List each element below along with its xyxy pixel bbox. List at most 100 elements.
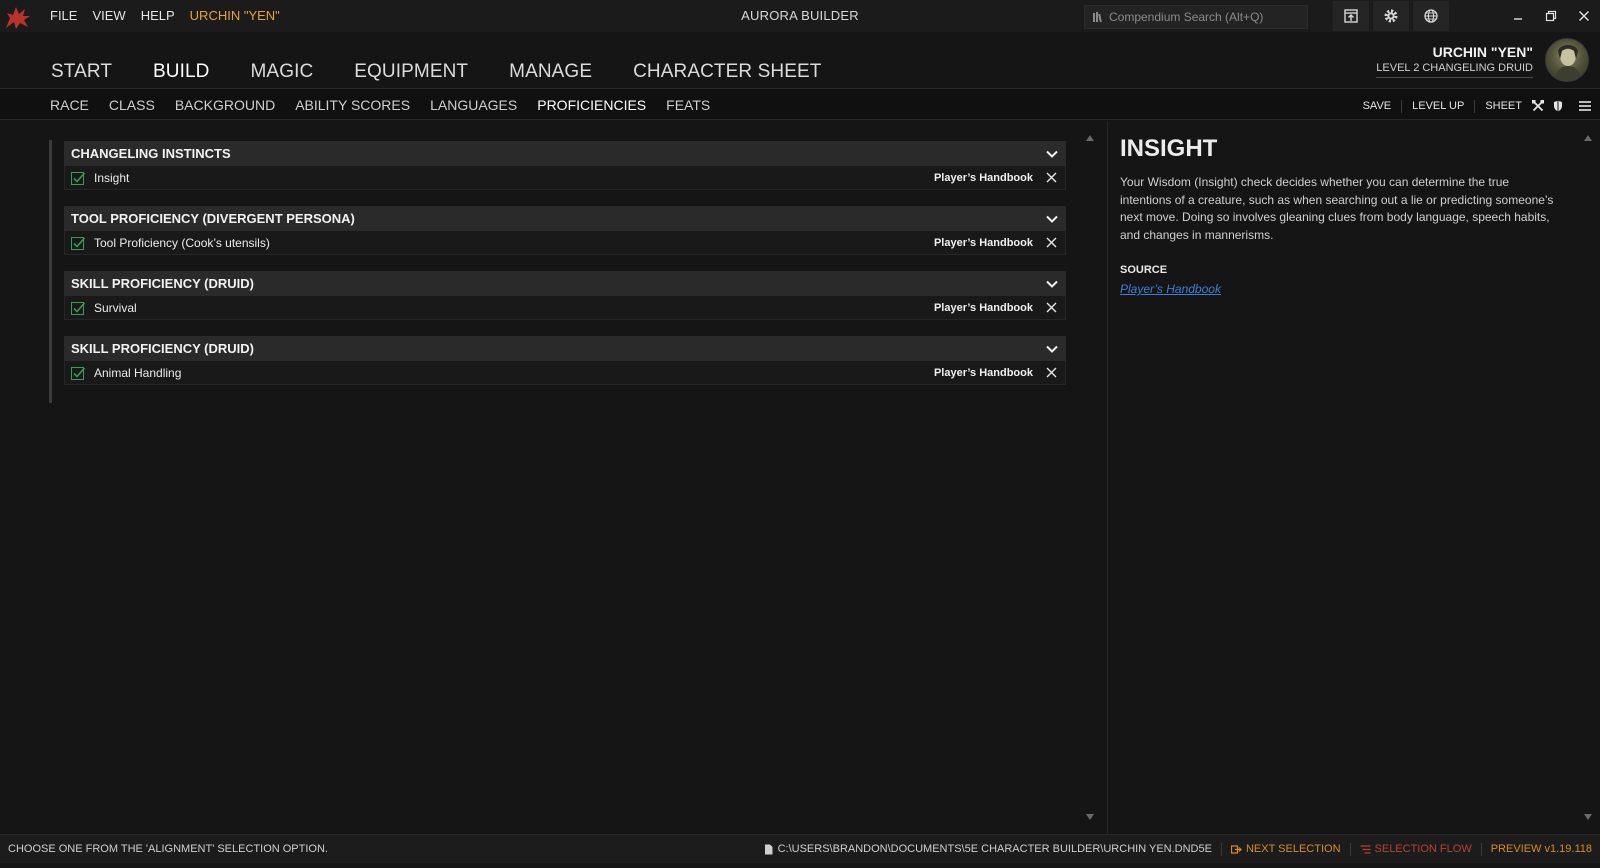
selection-groups: CHANGELING INSTINCTS Insight Player’s Ha… xyxy=(64,141,1066,401)
character-name: URCHIN "YEN" xyxy=(1432,44,1533,60)
remove-icon[interactable] xyxy=(1046,367,1057,378)
checkbox-checked-icon[interactable] xyxy=(71,236,85,250)
tab-ability-scores[interactable]: ABILITY SCORES xyxy=(295,97,410,113)
file-path[interactable]: C:\USERS\BRANDON\DOCUMENTS\5E CHARACTER … xyxy=(754,843,1222,856)
selection-name: Insight xyxy=(94,170,130,185)
nav-magic[interactable]: MAGIC xyxy=(251,61,314,83)
chevron-down-icon[interactable] xyxy=(1045,212,1059,226)
file-icon xyxy=(764,844,773,855)
next-selection-button[interactable]: NEXT SELECTION xyxy=(1222,843,1351,856)
checkbox-checked-icon[interactable] xyxy=(71,171,85,185)
minimize-button[interactable] xyxy=(1507,5,1529,27)
group-title: SKILL PROFICIENCY (DRUID) xyxy=(71,341,254,356)
remove-icon[interactable] xyxy=(1046,237,1057,248)
menu-character[interactable]: URCHIN "YEN" xyxy=(190,8,280,23)
selection-row[interactable]: Animal Handling Player’s Handbook xyxy=(64,361,1066,385)
selection-row[interactable]: Survival Player’s Handbook xyxy=(64,296,1066,320)
tab-languages[interactable]: LANGUAGES xyxy=(430,97,517,113)
preview-version-label: PREVIEW v1.19.118 xyxy=(1490,843,1592,855)
file-path-text: C:\USERS\BRANDON\DOCUMENTS\5E CHARACTER … xyxy=(777,843,1212,855)
remove-icon[interactable] xyxy=(1046,302,1057,313)
character-info[interactable]: URCHIN "YEN" LEVEL 2 CHANGELING DRUID xyxy=(1376,44,1533,78)
hamburger-menu-icon[interactable] xyxy=(1578,99,1592,113)
shield-icon[interactable] xyxy=(1552,100,1564,112)
nav-character-sheet[interactable]: CHARACTER SHEET xyxy=(633,61,821,83)
nav-start[interactable]: START xyxy=(51,61,112,83)
remove-icon[interactable] xyxy=(1046,172,1057,183)
detail-title: INSIGHT xyxy=(1120,135,1218,162)
group-header[interactable]: CHANGELING INSTINCTS xyxy=(64,141,1066,166)
sub-nav-bar: RACE CLASS BACKGROUND ABILITY SCORES LAN… xyxy=(0,88,1600,120)
sub-nav: RACE CLASS BACKGROUND ABILITY SCORES LAN… xyxy=(50,97,730,113)
menu-help[interactable]: HELP xyxy=(141,8,175,23)
character-level: LEVEL 2 CHANGELING DRUID xyxy=(1376,62,1533,78)
export-icon xyxy=(1344,9,1358,23)
group-header[interactable]: SKILL PROFICIENCY (DRUID) xyxy=(64,336,1066,361)
status-message: CHOOSE ONE FROM THE 'ALIGNMENT' SELECTIO… xyxy=(8,843,328,855)
next-selection-icon xyxy=(1230,845,1242,854)
chevron-down-icon[interactable] xyxy=(1045,147,1059,161)
sheet-button[interactable]: SHEET xyxy=(1475,100,1528,113)
scroll-up-arrow-icon[interactable] xyxy=(1584,135,1592,141)
group-header[interactable]: TOOL PROFICIENCY (DIVERGENT PERSONA) xyxy=(64,206,1066,231)
selection-source: Player’s Handbook xyxy=(933,236,1033,249)
selection-flow-button[interactable]: SELECTION FLOW xyxy=(1351,843,1482,856)
main-nav: START BUILD MAGIC EQUIPMENT MANAGE CHARA… xyxy=(51,61,862,83)
selection-row[interactable]: Insight Player’s Handbook xyxy=(64,166,1066,190)
top-menu: FILE VIEW HELP URCHIN "YEN" xyxy=(50,8,280,23)
chevron-down-icon[interactable] xyxy=(1045,277,1059,291)
selection-name: Survival xyxy=(94,300,137,315)
checkbox-checked-icon[interactable] xyxy=(71,301,85,315)
detail-description: Your Wisdom (Insight) check decides whet… xyxy=(1120,175,1554,242)
menu-file[interactable]: FILE xyxy=(50,8,77,23)
selection-name: Tool Proficiency (Cook’s utensils) xyxy=(94,235,270,250)
status-actions: C:\USERS\BRANDON\DOCUMENTS\5E CHARACTER … xyxy=(754,843,1600,856)
action-bar: SAVE LEVEL UP SHEET xyxy=(1353,99,1600,113)
compendium-search-input[interactable]: Compendium Search (Alt+Q) xyxy=(1084,5,1308,29)
selection-group: TOOL PROFICIENCY (DIVERGENT PERSONA) Too… xyxy=(64,206,1066,255)
selection-source: Player’s Handbook xyxy=(933,366,1033,379)
selection-group: SKILL PROFICIENCY (DRUID) Animal Handlin… xyxy=(64,336,1066,385)
selection-row[interactable]: Tool Proficiency (Cook’s utensils) Playe… xyxy=(64,231,1066,255)
checkbox-checked-icon[interactable] xyxy=(71,366,85,380)
save-button[interactable]: SAVE xyxy=(1353,99,1403,113)
preview-version[interactable]: PREVIEW v1.19.118 xyxy=(1482,843,1600,856)
portrait-image xyxy=(1554,45,1582,81)
selection-source: Player’s Handbook xyxy=(933,301,1033,314)
avatar[interactable] xyxy=(1545,38,1589,82)
chevron-down-icon[interactable] xyxy=(1045,342,1059,356)
scroll-up-arrow-icon[interactable] xyxy=(1086,135,1094,141)
tab-race[interactable]: RACE xyxy=(50,97,89,113)
group-header[interactable]: SKILL PROFICIENCY (DRUID) xyxy=(64,271,1066,296)
scroll-down-arrow-icon[interactable] xyxy=(1584,814,1592,820)
book-icon xyxy=(1093,12,1102,23)
settings-button[interactable] xyxy=(1373,1,1409,31)
source-link[interactable]: Player’s Handbook xyxy=(1120,282,1221,296)
group-title: TOOL PROFICIENCY (DIVERGENT PERSONA) xyxy=(71,211,355,226)
scroll-down-arrow-icon[interactable] xyxy=(1086,814,1094,820)
group-title: CHANGELING INSTINCTS xyxy=(71,146,231,161)
close-window-button[interactable] xyxy=(1573,5,1595,27)
aurora-logo-icon[interactable] xyxy=(4,4,32,30)
export-button[interactable] xyxy=(1333,1,1369,31)
web-button[interactable] xyxy=(1413,1,1449,31)
nav-build[interactable]: BUILD xyxy=(153,61,209,83)
tab-class[interactable]: CLASS xyxy=(109,97,155,113)
tab-proficiencies[interactable]: PROFICIENCIES xyxy=(537,97,646,113)
menu-view[interactable]: VIEW xyxy=(92,8,125,23)
detail-panel: INSIGHT Your Wisdom (Insight) check deci… xyxy=(1107,121,1600,834)
selection-flow-icon xyxy=(1360,845,1371,854)
minimize-icon xyxy=(1514,18,1522,20)
group-title: SKILL PROFICIENCY (DRUID) xyxy=(71,276,254,291)
tab-feats[interactable]: FEATS xyxy=(666,97,710,113)
proficiencies-panel: CHANGELING INSTINCTS Insight Player’s Ha… xyxy=(0,121,1104,834)
nav-equipment[interactable]: EQUIPMENT xyxy=(354,61,468,83)
selection-name: Animal Handling xyxy=(94,365,182,380)
restore-button[interactable] xyxy=(1540,5,1562,27)
title-bar: FILE VIEW HELP URCHIN "YEN" AURORA BUILD… xyxy=(0,0,1600,32)
level-up-button[interactable]: LEVEL UP xyxy=(1402,99,1476,113)
tab-background[interactable]: BACKGROUND xyxy=(175,97,275,113)
nav-manage[interactable]: MANAGE xyxy=(509,61,592,83)
search-placeholder: Compendium Search (Alt+Q) xyxy=(1109,10,1264,24)
tools-icon[interactable] xyxy=(1532,100,1544,112)
